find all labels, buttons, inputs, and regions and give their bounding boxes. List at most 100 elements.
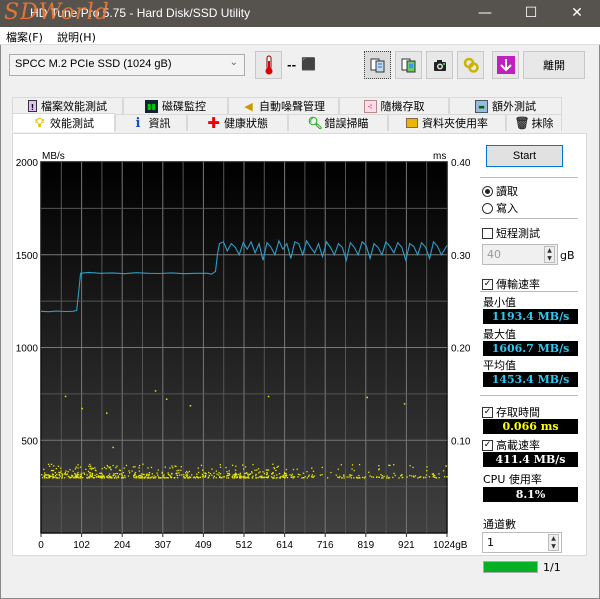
access-time-point (163, 474, 165, 476)
access-time-point (150, 466, 153, 469)
access-time-point (218, 474, 220, 476)
access-time-point (413, 476, 415, 478)
options-button[interactable] (457, 51, 484, 79)
access-time-point (117, 476, 120, 479)
tab-file-benchmark[interactable]: ! 檔案效能測試 (12, 97, 123, 114)
file-benchmark-icon: ! (28, 100, 37, 112)
access-time-point (299, 474, 301, 476)
access-time-point (202, 469, 204, 471)
transfer-rate-checkbox[interactable]: ✓ 傳輸速率 (482, 276, 540, 292)
access-time-point (216, 473, 218, 475)
close-button[interactable]: ✕ (554, 0, 600, 27)
tab-benchmark[interactable]: 💡︎ 效能測試 (12, 113, 115, 132)
access-time-point (58, 471, 60, 474)
access-time-point (53, 476, 55, 479)
access-time-point (228, 472, 230, 475)
spinner-arrows[interactable]: ▲ ▼ (548, 534, 559, 551)
tab-label: 效能測試 (50, 117, 94, 130)
access-time-point (175, 465, 177, 468)
copy-screenshot-button[interactable] (395, 51, 422, 79)
spinner-arrows[interactable]: ▲ ▼ (544, 246, 555, 263)
access-time-point (266, 476, 268, 479)
access-time-point (438, 473, 440, 475)
divider (480, 395, 578, 396)
screenshot-button[interactable] (426, 51, 453, 79)
x-tick-label: 0 (38, 540, 44, 550)
access-time-point (77, 476, 79, 478)
access-time-point (67, 471, 69, 473)
exit-button[interactable]: 離開 (523, 51, 585, 79)
access-time-point (57, 465, 60, 467)
access-time-point (161, 472, 163, 475)
access-time-point (286, 477, 289, 479)
access-time-point (215, 470, 217, 472)
drive-select-value: SPCC M.2 PCIe SSD (1024 gB) (15, 58, 172, 70)
access-time-point (103, 466, 106, 469)
read-label: 讀取 (496, 185, 518, 198)
minimize-button[interactable]: — (462, 0, 508, 27)
access-time-point (185, 472, 187, 474)
access-time-point (266, 472, 268, 474)
tab-extra-tests[interactable]: ▬ 額外測試 (449, 97, 562, 114)
tab-info[interactable]: i 資訊 (115, 114, 187, 131)
tab-erase[interactable]: 🗑︎ 抹除 (506, 114, 562, 131)
access-time-point (204, 472, 206, 474)
y-tick-label-left: 1500 (16, 251, 39, 262)
short-test-checkbox[interactable]: 短程測試 (482, 225, 540, 241)
access-time-point (278, 473, 281, 475)
access-time-point (78, 474, 80, 476)
access-time-point (101, 472, 103, 475)
tab-disk-monitor[interactable]: ▮▮ 磁碟監控 (123, 97, 228, 114)
write-radio[interactable]: 寫入 (482, 200, 518, 216)
read-radio[interactable]: 讀取 (482, 183, 518, 199)
access-time-point (380, 474, 382, 476)
access-time-point (150, 477, 152, 479)
access-time-point (353, 469, 355, 472)
tab-label: 隨機存取 (380, 100, 425, 113)
access-time-point (251, 471, 253, 473)
threads-input[interactable]: 1 ▲ ▼ (482, 532, 562, 553)
access-time-point (247, 473, 249, 475)
access-time-point (60, 470, 62, 472)
start-button[interactable]: Start (486, 145, 563, 167)
access-time-point (178, 469, 180, 471)
access-time-point (293, 476, 295, 478)
access-time-point (389, 464, 391, 467)
access-time-point (425, 476, 427, 479)
tab-aam[interactable]: ◀ 自動噪聲管理 (228, 97, 339, 114)
short-test-size-input[interactable]: 40 ▲ ▼ (482, 244, 558, 265)
access-time-point (213, 472, 215, 474)
y-tick-label-left: 2000 (16, 158, 39, 169)
copy-info-button[interactable] (364, 51, 391, 79)
access-time-point (242, 464, 244, 466)
access-time-point (116, 465, 118, 467)
temperature-button[interactable] (255, 51, 282, 79)
write-label: 寫入 (496, 202, 518, 215)
celsius-icon: ⬛ (301, 57, 316, 71)
access-time-point (196, 476, 198, 478)
tab-folder-usage[interactable]: 資料夾使用率 (388, 114, 506, 131)
access-time-point (88, 465, 90, 467)
drive-select[interactable]: SPCC M.2 PCIe SSD (1024 gB) ⌄ (9, 54, 245, 76)
tab-error-scan[interactable]: 🔍︎ 錯誤掃瞄 (288, 114, 388, 131)
access-time-point (308, 474, 310, 476)
access-time-point (197, 471, 200, 474)
menu-file[interactable]: 檔案(F) (6, 29, 43, 45)
maximize-button[interactable]: ☐ (508, 0, 554, 27)
save-button[interactable] (492, 51, 519, 79)
tab-health[interactable]: ✚ 健康狀態 (187, 114, 288, 131)
burst-rate-checkbox[interactable]: ✓ 高載速率 (482, 437, 540, 453)
access-time-point (61, 477, 63, 479)
access-time-point (118, 469, 121, 471)
access-time-point (261, 475, 263, 477)
menu-help[interactable]: 說明(H) (57, 29, 96, 45)
access-time-point (227, 474, 230, 477)
access-time-point (435, 477, 437, 479)
access-time-point (249, 473, 252, 475)
tab-random-access[interactable]: ⁖ 隨機存取 (339, 97, 449, 114)
access-time-point (358, 464, 361, 466)
access-time-point (262, 471, 264, 473)
access-time-point (129, 472, 131, 474)
toolbar: SPCC M.2 PCIe SSD (1024 gB) ⌄ -- ⬛ 離開 (0, 45, 600, 95)
access-time-checkbox[interactable]: ✓ 存取時間 (482, 404, 540, 420)
